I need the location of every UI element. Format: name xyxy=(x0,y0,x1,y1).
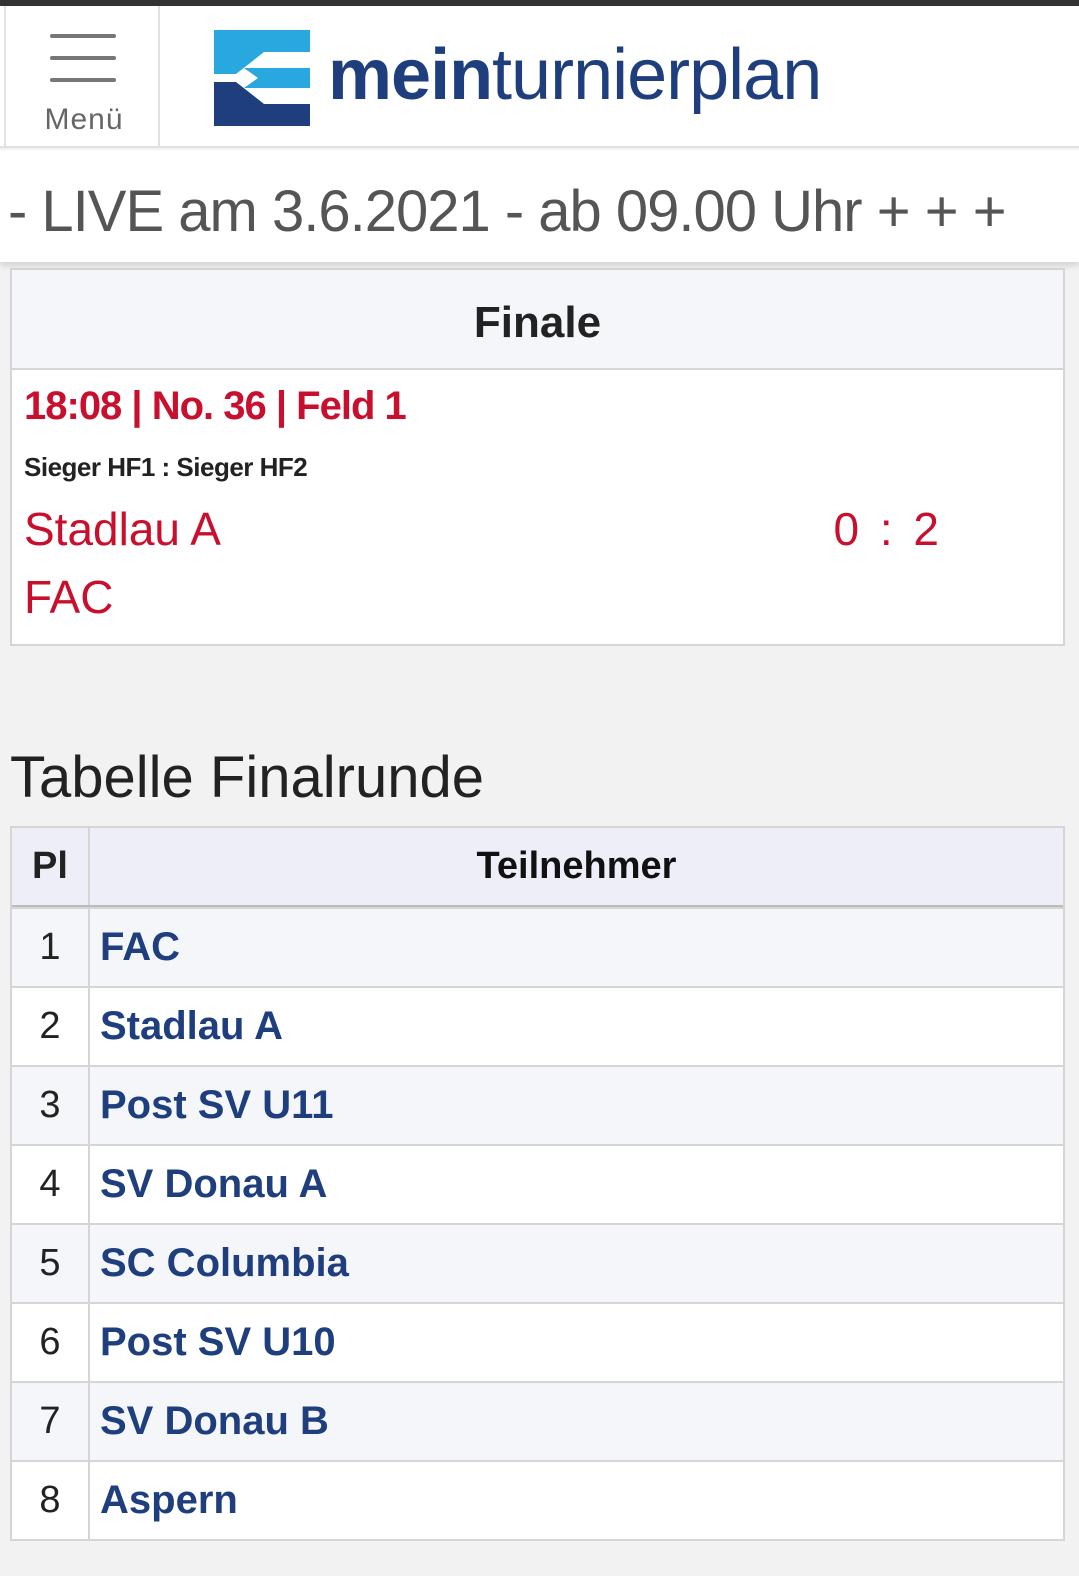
row-place: 1 xyxy=(12,909,90,986)
row-team-link[interactable]: FAC xyxy=(90,909,1063,986)
match-score: 0 : 2 xyxy=(833,503,943,555)
menu-button[interactable]: Menü xyxy=(4,6,160,148)
row-place: 2 xyxy=(12,988,90,1065)
table-row: 8 Aspern xyxy=(12,1460,1063,1539)
match-team-away[interactable]: FAC xyxy=(24,570,113,624)
match-info: 18:08 | No. 36 | Feld 1 xyxy=(24,384,407,428)
match-pairing: Sieger HF1 : Sieger HF2 xyxy=(24,452,308,482)
row-place: 6 xyxy=(12,1304,90,1381)
column-header-team: Teilnehmer xyxy=(476,845,677,887)
menu-label: Menü xyxy=(44,103,124,136)
row-team-link[interactable]: SV Donau A xyxy=(90,1146,1063,1223)
standings-table: Pl Teilnehmer 1 FAC 2 Stadlau A 3 Post S… xyxy=(10,826,1065,1541)
match-team-home[interactable]: Stadlau A xyxy=(24,502,221,556)
row-team-link[interactable]: Aspern xyxy=(90,1462,1063,1539)
site-header: Menü meinturnierplan xyxy=(0,6,1079,148)
table-row: 6 Post SV U10 xyxy=(12,1302,1063,1381)
row-place: 5 xyxy=(12,1225,90,1302)
row-team-link[interactable]: Post SV U11 xyxy=(90,1067,1063,1144)
column-header-place: Pl xyxy=(12,828,90,905)
standings-title: Tabelle Finalrunde xyxy=(10,745,484,810)
row-place: 4 xyxy=(12,1146,90,1223)
hamburger-icon xyxy=(50,34,116,84)
row-team-link[interactable]: Stadlau A xyxy=(90,988,1063,1065)
row-team-link[interactable]: SC Columbia xyxy=(90,1225,1063,1302)
round-title: Finale xyxy=(12,270,1063,370)
table-row: 2 Stadlau A xyxy=(12,986,1063,1065)
table-row: 1 FAC xyxy=(12,907,1063,986)
logo-mark-icon xyxy=(214,30,310,126)
row-team-link[interactable]: SV Donau B xyxy=(90,1383,1063,1460)
row-place: 7 xyxy=(12,1383,90,1460)
row-place: 3 xyxy=(12,1067,90,1144)
row-place: 8 xyxy=(12,1462,90,1539)
table-row: 3 Post SV U11 xyxy=(12,1065,1063,1144)
ticker-text: - LIVE am 3.6.2021 - ab 09.00 Uhr + + + xyxy=(8,179,1007,244)
match-card: Finale 18:08 | No. 36 | Feld 1 Sieger HF… xyxy=(10,268,1065,646)
logo-wordmark: meinturnierplan xyxy=(328,35,822,115)
table-header-row: Pl Teilnehmer xyxy=(12,828,1063,907)
news-ticker: - LIVE am 3.6.2021 - ab 09.00 Uhr + + + xyxy=(0,150,1079,262)
table-row: 7 SV Donau B xyxy=(12,1381,1063,1460)
row-team-link[interactable]: Post SV U10 xyxy=(90,1304,1063,1381)
site-logo[interactable]: meinturnierplan xyxy=(214,28,914,128)
table-row: 4 SV Donau A xyxy=(12,1144,1063,1223)
table-row: 5 SC Columbia xyxy=(12,1223,1063,1302)
